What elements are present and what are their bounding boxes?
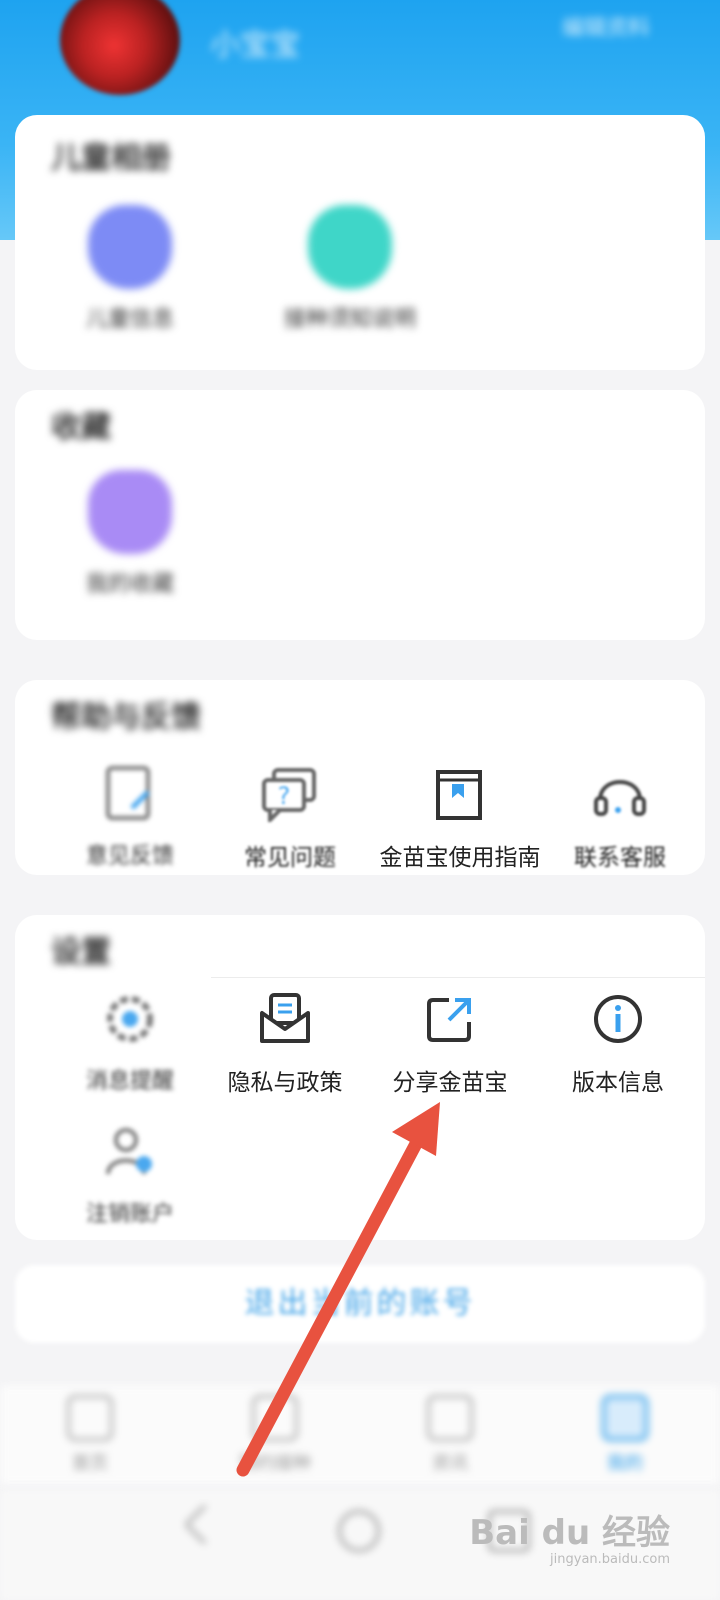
annotation-arrow — [236, 1102, 440, 1477]
baidu-watermark: Bai du 经验 jingyan.baidu.com — [469, 1513, 670, 1567]
